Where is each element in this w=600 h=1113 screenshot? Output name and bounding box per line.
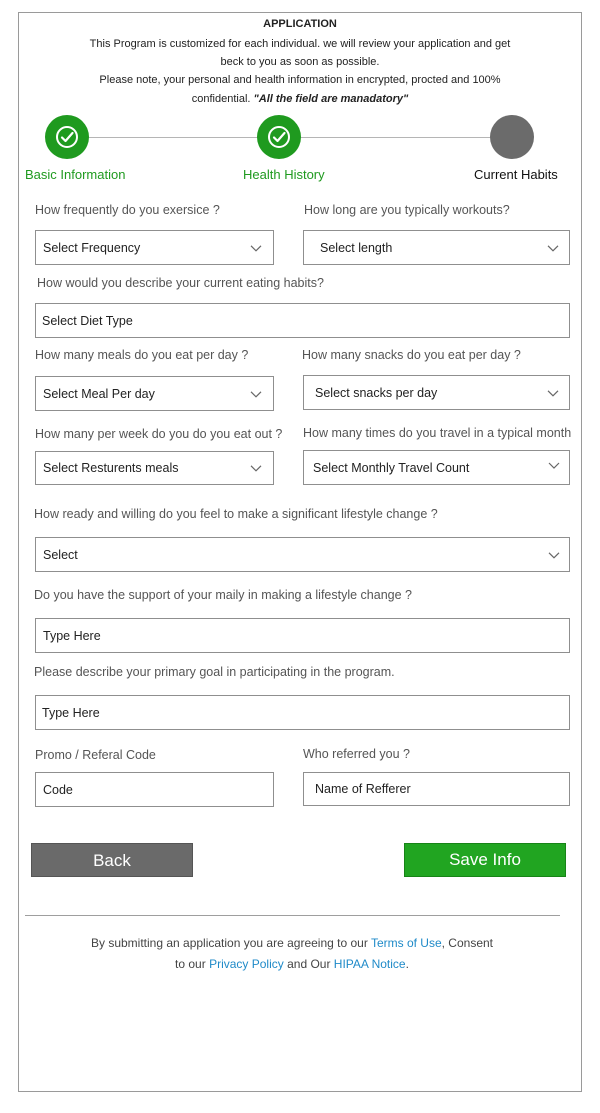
- footer-text: , Consent: [441, 936, 494, 950]
- step-health-history[interactable]: [257, 115, 301, 159]
- meals-question: How many meals do you eat per day ?: [35, 348, 249, 362]
- page-title: APPLICATION: [263, 18, 337, 30]
- promo-code-placeholder: Code: [43, 782, 73, 797]
- footer-line-2: to our Privacy Policy and Our HIPAA Noti…: [0, 957, 584, 971]
- readiness-select[interactable]: Select: [35, 537, 570, 572]
- chevron-down-icon: [547, 244, 559, 252]
- check-circle-icon: [56, 126, 78, 148]
- restaurant-meals-value: Select Resturents meals: [43, 461, 179, 475]
- chevron-down-icon: [250, 244, 262, 252]
- hipaa-notice-link[interactable]: HIPAA Notice: [334, 957, 406, 971]
- footer-text: .: [405, 957, 409, 971]
- referrer-label: Who referred you ?: [303, 747, 410, 761]
- snacks-question: How many snacks do you eat per day ?: [302, 348, 521, 362]
- check-circle-icon: [268, 126, 290, 148]
- chevron-down-icon: [547, 389, 559, 397]
- readiness-question: How ready and willing do you feel to mak…: [34, 507, 438, 521]
- referrer-name-input[interactable]: Name of Refferer: [303, 772, 570, 806]
- step-label-health-history: Health History: [243, 167, 325, 182]
- diet-question: How would you describe your current eati…: [37, 276, 324, 290]
- save-info-button[interactable]: Save Info: [404, 843, 566, 877]
- terms-of-use-link[interactable]: Terms of Use: [371, 936, 442, 950]
- chevron-down-icon: [548, 462, 560, 469]
- support-input[interactable]: Type Here: [35, 618, 570, 653]
- diet-type-value: Select Diet Type: [42, 313, 133, 328]
- step-basic-information[interactable]: [45, 115, 89, 159]
- step-current-habits[interactable]: [490, 115, 534, 159]
- exercise-question: How frequently do you exersice ?: [35, 203, 220, 217]
- stepper-connector: [88, 137, 258, 138]
- privacy-policy-link[interactable]: Privacy Policy: [209, 957, 284, 971]
- exercise-frequency-select[interactable]: Select Frequency: [35, 230, 274, 265]
- readiness-value: Select: [43, 547, 78, 562]
- footer-line-1: By submitting an application you are agr…: [0, 936, 584, 950]
- restaurant-meals-select[interactable]: Select Resturents meals: [35, 451, 274, 485]
- confidential-text: confidential.: [191, 93, 251, 105]
- step-label-basic-information: Basic Information: [25, 167, 126, 182]
- footer-text: to our: [175, 957, 206, 971]
- support-question: Do you have the support of your maily in…: [34, 588, 412, 602]
- meals-per-day-value: Select Meal Per day: [43, 386, 155, 401]
- step-label-current-habits: Current Habits: [474, 167, 558, 182]
- footer-text: and Our: [287, 957, 331, 971]
- monthly-travel-select[interactable]: Select Monthly Travel Count: [303, 450, 570, 485]
- promo-code-input[interactable]: Code: [35, 772, 274, 807]
- intro-line-4: confidential. "All the field are manadat…: [0, 93, 600, 105]
- promo-label: Promo / Referal Code: [35, 748, 156, 762]
- chevron-down-icon: [250, 390, 262, 398]
- travel-question: How many times do you travel in a typica…: [303, 426, 572, 440]
- workout-length-value: Select length: [320, 240, 393, 255]
- eat-out-question: How many per week do you do you eat out …: [35, 427, 283, 441]
- support-placeholder: Type Here: [43, 628, 101, 643]
- goal-question: Please describe your primary goal in par…: [34, 665, 395, 679]
- exercise-frequency-value: Select Frequency: [43, 240, 141, 255]
- mandatory-note: "All the field are manadatory": [253, 93, 409, 105]
- intro-line-1: This Program is customized for each indi…: [89, 38, 511, 50]
- goal-input[interactable]: Type Here: [35, 695, 570, 730]
- referrer-name-placeholder: Name of Refferer: [315, 782, 411, 796]
- footer-divider: [25, 915, 560, 916]
- snacks-per-day-select[interactable]: Select snacks per day: [303, 375, 570, 410]
- snacks-per-day-value: Select snacks per day: [315, 385, 438, 400]
- back-button[interactable]: Back: [31, 843, 193, 877]
- goal-placeholder: Type Here: [42, 705, 100, 720]
- stepper-connector: [300, 137, 492, 138]
- chevron-down-icon: [548, 551, 560, 559]
- workout-question: How long are you typically workouts?: [304, 203, 510, 217]
- chevron-down-icon: [250, 465, 262, 472]
- intro-line-2: beck to you as soon as possible.: [220, 56, 380, 68]
- footer-text: By submitting an application you are agr…: [90, 936, 368, 950]
- intro-line-3: Please note, your personal and health in…: [99, 74, 501, 86]
- meals-per-day-select[interactable]: Select Meal Per day: [35, 376, 274, 411]
- monthly-travel-value: Select Monthly Travel Count: [313, 460, 470, 475]
- workout-length-select[interactable]: Select length: [303, 230, 570, 265]
- diet-type-select[interactable]: Select Diet Type: [35, 303, 570, 338]
